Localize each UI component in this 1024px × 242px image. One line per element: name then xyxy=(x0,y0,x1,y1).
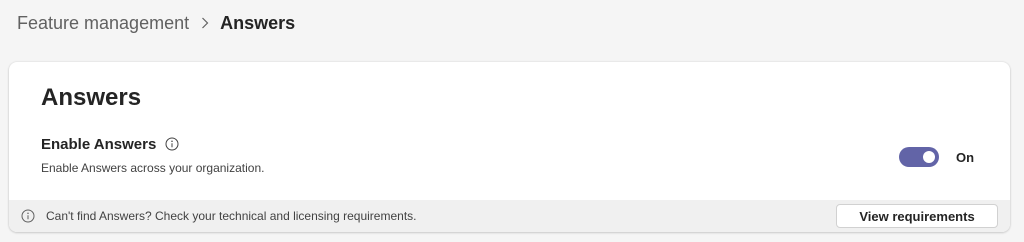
chevron-right-icon xyxy=(201,17,209,29)
toggle-state-label: On xyxy=(956,149,975,165)
card-title: Answers xyxy=(41,84,142,111)
breadcrumb-parent-link[interactable]: Feature management xyxy=(17,13,189,34)
footer-info-icon xyxy=(21,209,35,223)
info-icon[interactable] xyxy=(165,137,179,151)
answers-card: Answers Enable Answers Enable Answers ac… xyxy=(9,62,1010,232)
setting-label: Enable Answers xyxy=(41,135,157,153)
setting-description: Enable Answers across your organization. xyxy=(41,161,265,175)
footer-message: Can't find Answers? Check your technical… xyxy=(46,209,417,223)
requirements-footer: Can't find Answers? Check your technical… xyxy=(9,200,1010,232)
breadcrumb: Feature management Answers xyxy=(17,12,295,34)
toggle-knob xyxy=(923,151,935,163)
view-requirements-button[interactable]: View requirements xyxy=(836,204,998,228)
setting-label-row: Enable Answers xyxy=(41,134,179,154)
toggle-wrap: On xyxy=(899,147,974,167)
breadcrumb-current: Answers xyxy=(220,12,296,33)
enable-answers-toggle[interactable] xyxy=(899,147,939,167)
